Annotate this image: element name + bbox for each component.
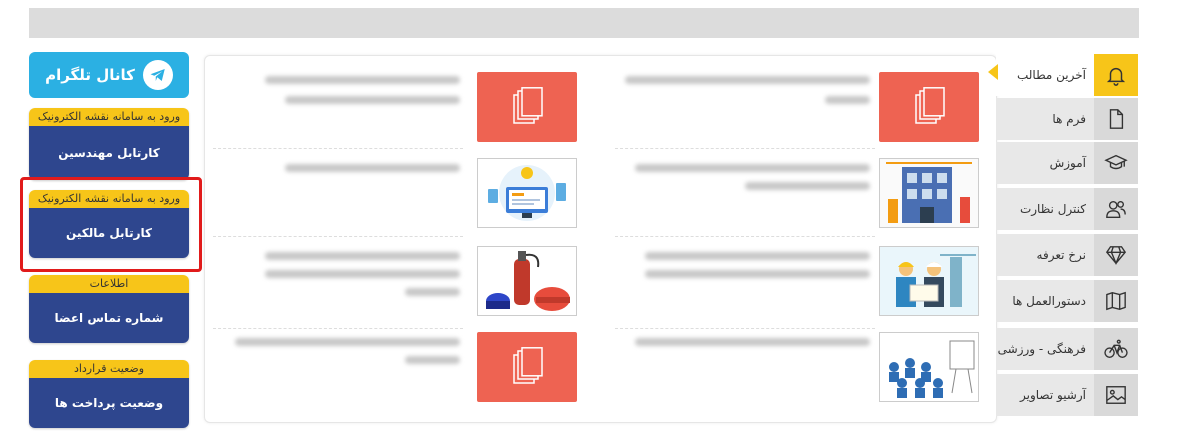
tab-culture-sports[interactable]: فرهنگی - ورزشی: [996, 328, 1138, 370]
graduation-cap-icon: [1094, 142, 1138, 184]
image-icon: [1094, 374, 1138, 416]
computer-illustration-image: [477, 158, 577, 228]
bell-icon: [1094, 54, 1138, 96]
list-item[interactable]: [205, 56, 998, 148]
engineers-meeting-image: [879, 246, 979, 316]
list-item[interactable]: [205, 148, 998, 236]
member-contacts-card[interactable]: اطلاعات شماره تماس اعضا: [29, 275, 189, 343]
tab-tariff-rate[interactable]: نرخ تعرفه: [996, 234, 1138, 276]
active-tab-pointer-icon: [988, 64, 998, 80]
tab-label: دستورالعمل ها: [1012, 294, 1086, 308]
map-icon: [1094, 280, 1138, 322]
tab-supervision-control[interactable]: کنترل نظارت: [996, 188, 1138, 230]
top-bar: [29, 8, 1139, 38]
engineers-portal-card[interactable]: ورود به سامانه نقشه الکترونیک کارتابل مه…: [29, 108, 189, 180]
latest-posts-panel: [204, 55, 997, 423]
telegram-icon: [142, 60, 173, 90]
tab-latest-posts[interactable]: آخرین مطالب: [996, 54, 1138, 96]
tab-forms[interactable]: فرم ها: [996, 98, 1138, 140]
tab-label: آخرین مطالب: [1016, 68, 1086, 82]
documents-icon: [879, 72, 979, 142]
card-caption: ورود به سامانه نقشه الکترونیک: [29, 108, 189, 126]
fire-safety-image: [477, 246, 577, 316]
documents-icon: [477, 332, 577, 402]
highlight-box: [20, 177, 202, 272]
tab-label: آرشیو تصاویر: [1020, 388, 1086, 402]
documents-icon: [477, 72, 577, 142]
card-title: وضعیت پرداخت ها: [29, 378, 189, 428]
tab-label: آموزش: [1049, 156, 1086, 170]
tab-label: فرم ها: [1052, 112, 1086, 126]
list-item[interactable]: [205, 236, 998, 328]
card-title: شماره تماس اعضا: [29, 293, 189, 343]
telegram-channel-button[interactable]: کانال تلگرام: [29, 52, 189, 98]
payment-status-card[interactable]: وضعیت قرارداد وضعیت پرداخت ها: [29, 360, 189, 428]
telegram-label: کانال تلگرام: [45, 66, 135, 84]
page: کانال تلگرام ورود به سامانه نقشه الکترون…: [0, 0, 1193, 445]
document-icon: [1094, 98, 1138, 140]
card-title: کارتابل مهندسین: [29, 126, 189, 180]
building-construction-image: [879, 158, 979, 228]
diamond-icon: [1094, 234, 1138, 276]
tab-instructions[interactable]: دستورالعمل ها: [996, 280, 1138, 322]
tab-label: فرهنگی - ورزشی: [997, 342, 1086, 356]
tab-image-archive[interactable]: آرشیو تصاویر: [996, 374, 1138, 416]
list-item[interactable]: [205, 328, 998, 420]
tab-training[interactable]: آموزش: [996, 142, 1138, 184]
bicycle-icon: [1094, 328, 1138, 370]
users-icon: [1094, 188, 1138, 230]
card-caption: وضعیت قرارداد: [29, 360, 189, 378]
tab-label: نرخ تعرفه: [1036, 248, 1086, 262]
training-class-image: [879, 332, 979, 402]
tab-label: کنترل نظارت: [1019, 202, 1086, 216]
card-caption: اطلاعات: [29, 275, 189, 293]
